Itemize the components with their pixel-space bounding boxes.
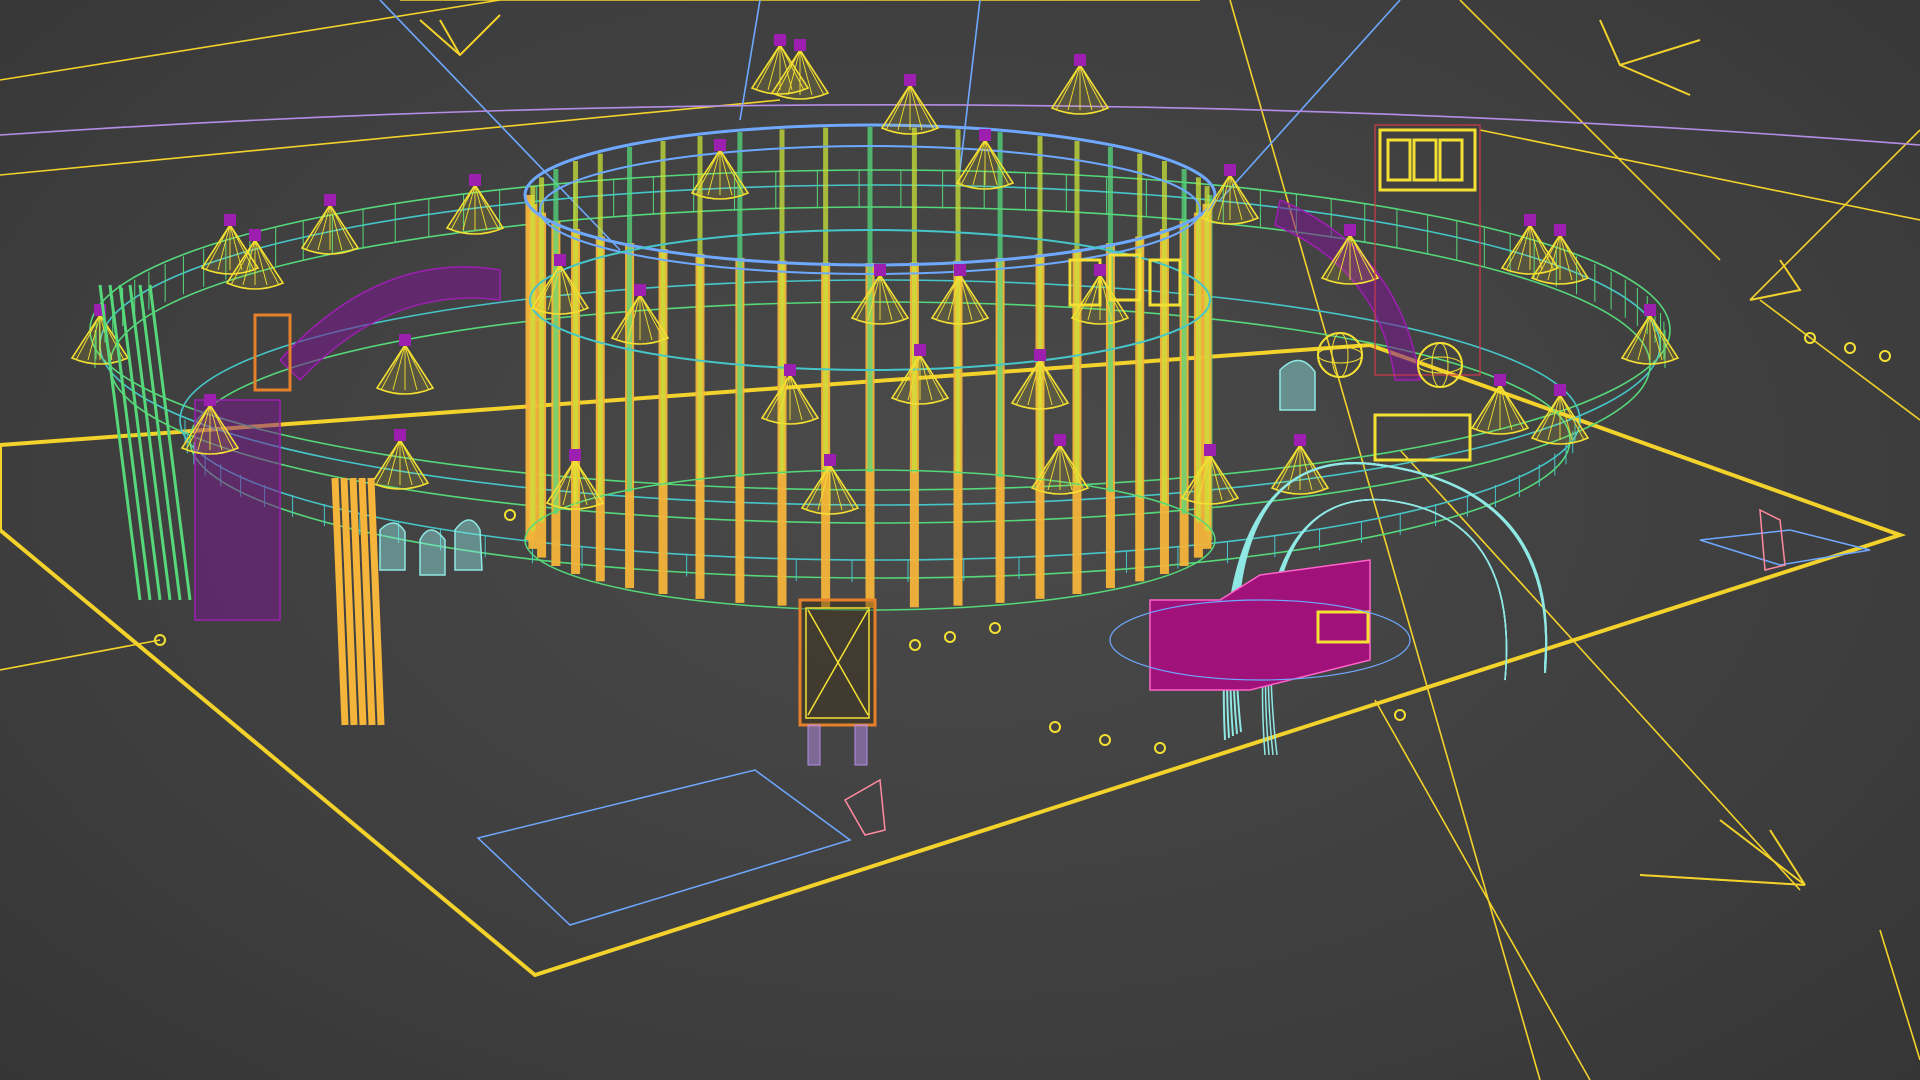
ground-plane[interactable] bbox=[0, 342, 1907, 978]
spotlight-mount bbox=[1554, 384, 1566, 396]
bulb-icon bbox=[504, 509, 516, 521]
chair[interactable] bbox=[419, 529, 446, 576]
spotlight-mount bbox=[874, 264, 886, 276]
spotlight-mount bbox=[224, 214, 236, 226]
bulb-icon bbox=[989, 622, 1001, 634]
spotlight-icon bbox=[370, 429, 430, 490]
spotlight-mount bbox=[324, 194, 336, 206]
camera-icon[interactable] bbox=[1639, 819, 1806, 886]
3d-viewport[interactable] bbox=[0, 0, 1920, 1080]
spotlight-mount bbox=[914, 344, 926, 356]
bulb-icon bbox=[1394, 709, 1406, 721]
spotlight-icon bbox=[880, 74, 940, 135]
camera-line bbox=[0, 0, 501, 81]
seating-group[interactable] bbox=[379, 359, 1316, 576]
spotlight-mount bbox=[774, 34, 786, 46]
wireframe-scene[interactable] bbox=[0, 0, 1920, 1080]
spotlight-mount bbox=[249, 229, 261, 241]
spotlight-mount bbox=[954, 264, 966, 276]
spotlight-icon bbox=[1200, 164, 1260, 225]
spotlight-mount bbox=[1344, 224, 1356, 236]
sphere-lon bbox=[1431, 342, 1449, 388]
spotlight-mount bbox=[1074, 54, 1086, 66]
chair[interactable] bbox=[454, 519, 483, 571]
spotlight-mount bbox=[1554, 224, 1566, 236]
spotlight-mount bbox=[714, 139, 726, 151]
spotlight-mount bbox=[1524, 214, 1536, 226]
sphere-light bbox=[1317, 332, 1363, 378]
sphere-lon bbox=[1331, 332, 1349, 378]
floor-pad-left[interactable] bbox=[476, 769, 852, 926]
bulb-icon bbox=[1154, 742, 1166, 754]
spotlight-icon bbox=[1050, 54, 1110, 115]
camera-line bbox=[1479, 129, 1920, 221]
blue-line bbox=[959, 0, 981, 171]
spotlight-icon bbox=[890, 344, 950, 405]
camera-line bbox=[0, 639, 161, 671]
camera-line bbox=[1759, 299, 1920, 421]
camera-icon[interactable] bbox=[419, 14, 501, 57]
bulb-icon bbox=[1844, 342, 1856, 354]
spotlight-mount bbox=[569, 449, 581, 461]
spotlight-icon bbox=[760, 364, 820, 425]
blue-line bbox=[1219, 0, 1401, 201]
column-bar bbox=[118, 284, 162, 601]
spotlight-mount bbox=[1094, 264, 1106, 276]
stand[interactable] bbox=[843, 778, 886, 836]
spotlight-mount bbox=[1204, 444, 1216, 456]
bulb-icon bbox=[1049, 721, 1061, 733]
totem-leg bbox=[807, 724, 821, 766]
sphere-lat bbox=[1317, 346, 1363, 364]
stand[interactable] bbox=[1759, 508, 1786, 571]
camera-icon[interactable] bbox=[1599, 19, 1701, 96]
camera-line bbox=[1399, 449, 1801, 891]
bulb-icon bbox=[944, 631, 956, 643]
spotlight-mount bbox=[554, 254, 566, 266]
central-cylinder[interactable] bbox=[523, 123, 1217, 611]
camera-line bbox=[1229, 0, 1541, 1080]
spotlight-mount bbox=[1224, 164, 1236, 176]
spotlight-mount bbox=[394, 429, 406, 441]
spotlight-mount bbox=[204, 394, 216, 406]
ground-outline[interactable] bbox=[0, 342, 1907, 978]
bulb-icon bbox=[1879, 350, 1891, 362]
spotlight-mount bbox=[1034, 349, 1046, 361]
spotlight-mount bbox=[399, 334, 411, 346]
camera-line bbox=[1459, 0, 1721, 261]
chair[interactable] bbox=[379, 522, 406, 571]
info-totem[interactable] bbox=[798, 598, 877, 766]
spotlight-mount bbox=[979, 129, 991, 141]
spotlight-mount bbox=[1494, 374, 1506, 386]
bulb-icon bbox=[1099, 734, 1111, 746]
column-bar bbox=[138, 284, 182, 601]
sphere-outline bbox=[1317, 332, 1363, 378]
spotlight-mount bbox=[1294, 434, 1306, 446]
spotlight-mount bbox=[904, 74, 916, 86]
totem-leg bbox=[854, 724, 868, 766]
camera-line bbox=[1374, 699, 1591, 1080]
spotlight-mount bbox=[469, 174, 481, 186]
column-bar bbox=[128, 284, 172, 601]
spotlight-icon bbox=[800, 454, 860, 515]
spotlight-icon bbox=[300, 194, 360, 255]
spotlight-mount bbox=[634, 284, 646, 296]
spotlight-icon bbox=[445, 174, 505, 235]
column-bar bbox=[148, 284, 192, 601]
counter-body[interactable] bbox=[1149, 559, 1371, 691]
spotlight-icon bbox=[1270, 434, 1330, 495]
spotlight-mount bbox=[794, 39, 806, 51]
spotlight-icon bbox=[955, 129, 1015, 190]
bulb-icon bbox=[909, 639, 921, 651]
column-bar bbox=[98, 284, 142, 601]
chair[interactable] bbox=[1279, 359, 1316, 411]
camera-icon[interactable] bbox=[1749, 259, 1802, 301]
column-bar bbox=[108, 284, 152, 601]
purple-arch-left[interactable] bbox=[278, 266, 501, 382]
spotlight-mount bbox=[784, 364, 796, 376]
spotlight-mount bbox=[1054, 434, 1066, 446]
spotlight-mount bbox=[1644, 304, 1656, 316]
spotlight-mount bbox=[824, 454, 836, 466]
camera-line bbox=[1879, 929, 1920, 1061]
